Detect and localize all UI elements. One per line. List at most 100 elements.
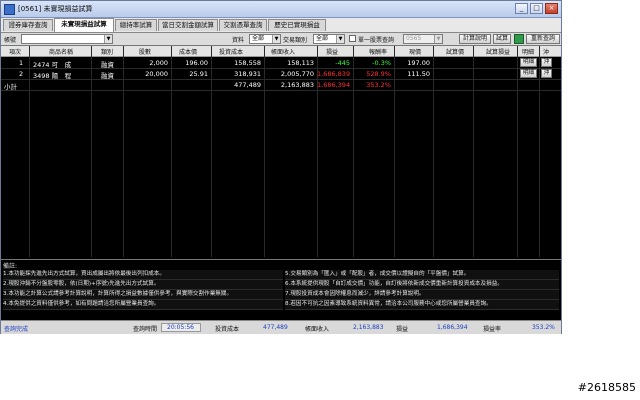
subtotal-pnl: 1,686,394 (317, 81, 351, 89)
ret-value: 353.2% (532, 324, 555, 331)
calc-explain-button[interactable]: 計算說明 (459, 34, 491, 44)
query-time-label: 查詢時間 (133, 326, 158, 333)
col-detail[interactable]: 明細 (522, 47, 534, 56)
trade-type-value: 全部 (316, 35, 329, 42)
book-income-value: 2,163,883 (353, 324, 384, 331)
col-pnl[interactable]: 損益 (326, 47, 338, 56)
export-icon[interactable] (514, 34, 524, 44)
tab-margin[interactable]: 總持率試算 (115, 19, 157, 31)
chevron-down-icon: ▼ (104, 35, 112, 43)
invest-cost-value: 477,489 (263, 324, 288, 331)
offset-button[interactable]: 沖 (541, 69, 552, 78)
detail-button[interactable]: 明細 (520, 58, 537, 67)
cell-book-income: 2,005,770 (280, 70, 314, 78)
cell-name: 3498 陽 程 (33, 72, 72, 80)
col-cost-price[interactable]: 成本價 (179, 47, 197, 56)
notes-panel: 備註: 1.本功能採先進先出方式試算，買出成屬出將依最後出列扣成本。 2.現股沖… (1, 259, 561, 320)
grid-header: 項次 商品名稱 類別 股數 成本價 投資成本 帳面收入 損益 報酬率 現價 試算… (1, 46, 561, 57)
cell-no: 2 (19, 70, 24, 78)
account-label: 帳號 (4, 37, 17, 44)
note-item: 4.本免提供之資料僅供參考，如有問題請洽您所屬營業員查詢。 (3, 300, 283, 310)
chevron-down-icon: ▼ (434, 35, 442, 43)
cell-book-income: 158,113 (287, 59, 314, 67)
col-offset[interactable]: 沖 (543, 47, 549, 56)
query-time-value: 20:05:56 (167, 324, 194, 331)
trade-type-label: 交易類別 (283, 37, 308, 44)
note-item: 8.若因不可抗之因素導致系統資料異常，請洽本公司服務中心或您所屬營業員查詢。 (285, 300, 559, 310)
cell-no: 1 (19, 59, 24, 67)
col-trial-pnl[interactable]: 試算損益 (486, 47, 510, 56)
pnl-label: 損益 (396, 326, 409, 333)
note-item: 7.現股投資成本會因除權息而減少，詳請參考計算說明。 (285, 290, 559, 300)
single-stock-checkbox[interactable] (349, 35, 356, 42)
tab-bar: 證券庫存查詢 未實現損益試算 總持率試算 當日交割金額試算 交割憑單查詢 歷史已… (1, 18, 561, 33)
subtotal-invest-cost: 477,489 (234, 81, 261, 89)
subtotal-label: 小計 (4, 83, 17, 91)
cell-return: -0.3% (372, 59, 391, 67)
col-trial-price[interactable]: 試算價 (446, 47, 464, 56)
col-book-income[interactable]: 帳面收入 (271, 47, 295, 56)
note-item: 6.本系統提供現股「自訂成交價」功能，自訂後將依新成交價重新計算投資成本及損益。 (285, 280, 559, 290)
cell-shares: 20,000 (145, 70, 168, 78)
cell-pnl: 1,686,839 (317, 70, 351, 78)
col-shares[interactable]: 股數 (139, 47, 151, 56)
subtotal-book-income: 2,163,883 (280, 81, 314, 89)
note-item: 3.本功能之計算公式請參考計算說明，計算所得之損益數據僅供參考，與實際交割作業無… (3, 290, 283, 300)
source-value: 全部 (252, 35, 265, 42)
book-income-label: 帳面收入 (305, 326, 330, 333)
tab-settlement[interactable]: 當日交割金額試算 (158, 19, 218, 31)
minimize-button[interactable]: _ (515, 3, 528, 14)
trial-button[interactable]: 試算 (493, 34, 511, 44)
offset-button[interactable]: 沖 (541, 58, 552, 67)
cell-invest-cost: 318,931 (234, 70, 261, 78)
note-item: 5.交易類別為「匯入」或「配股」者，成交價以證擬自的「平盤價」試算。 (285, 270, 559, 280)
col-type[interactable]: 類別 (101, 47, 113, 56)
source-select[interactable]: 全部 ▼ (249, 34, 281, 44)
cell-pnl: -445 (335, 59, 350, 67)
tab-realized[interactable]: 歷史已實現損益 (268, 19, 326, 31)
tab-inventory[interactable]: 證券庫存查詢 (3, 19, 53, 31)
cell-price: 111.50 (407, 70, 430, 78)
notes-title: 備註: (3, 263, 18, 270)
col-invest-cost[interactable]: 投資成本 (219, 47, 243, 56)
account-select[interactable]: ▼ (21, 34, 113, 44)
col-name[interactable]: 商品名稱 (49, 47, 73, 56)
note-item: 2.現股沖銷不分盤股零股，依(日期)+序號)先進先出方式試算。 (3, 280, 283, 290)
cell-type: 融資 (101, 61, 114, 69)
cell-type: 融資 (101, 72, 114, 80)
col-price[interactable]: 現價 (409, 47, 421, 56)
close-button[interactable]: × (545, 3, 558, 14)
subtotal-return: 353.2% (366, 81, 391, 89)
tab-unrealized[interactable]: 未實現損益試算 (54, 18, 114, 32)
single-stock-input[interactable]: 0565 ▼ (403, 34, 443, 44)
table-row[interactable]: 1 2474 可 成 融資 2,000 196.00 158,558 158,1… (1, 58, 561, 69)
tab-voucher[interactable]: 交割憑單查詢 (219, 19, 267, 31)
col-no[interactable]: 項次 (9, 47, 21, 56)
window-title: [0561] 未實現損益試算 (18, 5, 93, 13)
maximize-button[interactable]: □ (530, 3, 543, 14)
app-icon (4, 4, 15, 15)
cell-cost-price: 196.00 (185, 59, 208, 67)
requery-button[interactable]: 重新查詢 (526, 34, 560, 44)
cell-invest-cost: 158,558 (234, 59, 261, 67)
chevron-down-icon: ▼ (336, 35, 344, 43)
detail-button[interactable]: 明細 (520, 69, 537, 78)
pnl-value: 1,686,394 (437, 324, 468, 331)
filter-bar: 帳號 ▼ 資料 全部 ▼ 交易類別 全部 ▼ 單一股票查詢 0565 ▼ 計算說… (1, 33, 561, 46)
subtotal-row: 小計 477,489 2,163,883 1,686,394 353.2% (1, 80, 561, 91)
table-row[interactable]: 2 3498 陽 程 融資 20,000 25.91 318,931 2,005… (1, 69, 561, 80)
title-bar[interactable]: [0561] 未實現損益試算 _ □ × (1, 1, 561, 18)
note-item: 1.本功能採先進先出方式試算，買出成屬出將依最後出列扣成本。 (3, 270, 283, 280)
trade-type-select[interactable]: 全部 ▼ (313, 34, 345, 44)
watermark-id: #2618585 (577, 381, 636, 394)
cell-shares: 2,000 (149, 59, 168, 67)
status-message: 查詢完成 (4, 326, 29, 333)
cell-cost-price: 25.91 (189, 70, 208, 78)
source-label: 資料 (232, 37, 245, 44)
single-stock-label: 單一股票查詢 (358, 37, 395, 44)
cell-name: 2474 可 成 (33, 61, 72, 69)
status-bar: 查詢完成 查詢時間 20:05:56 投資成本 477,489 帳面收入 2,1… (1, 320, 561, 334)
ret-label: 損益率 (483, 326, 502, 333)
col-return[interactable]: 報酬率 (369, 47, 387, 56)
cell-price: 197.00 (407, 59, 430, 67)
